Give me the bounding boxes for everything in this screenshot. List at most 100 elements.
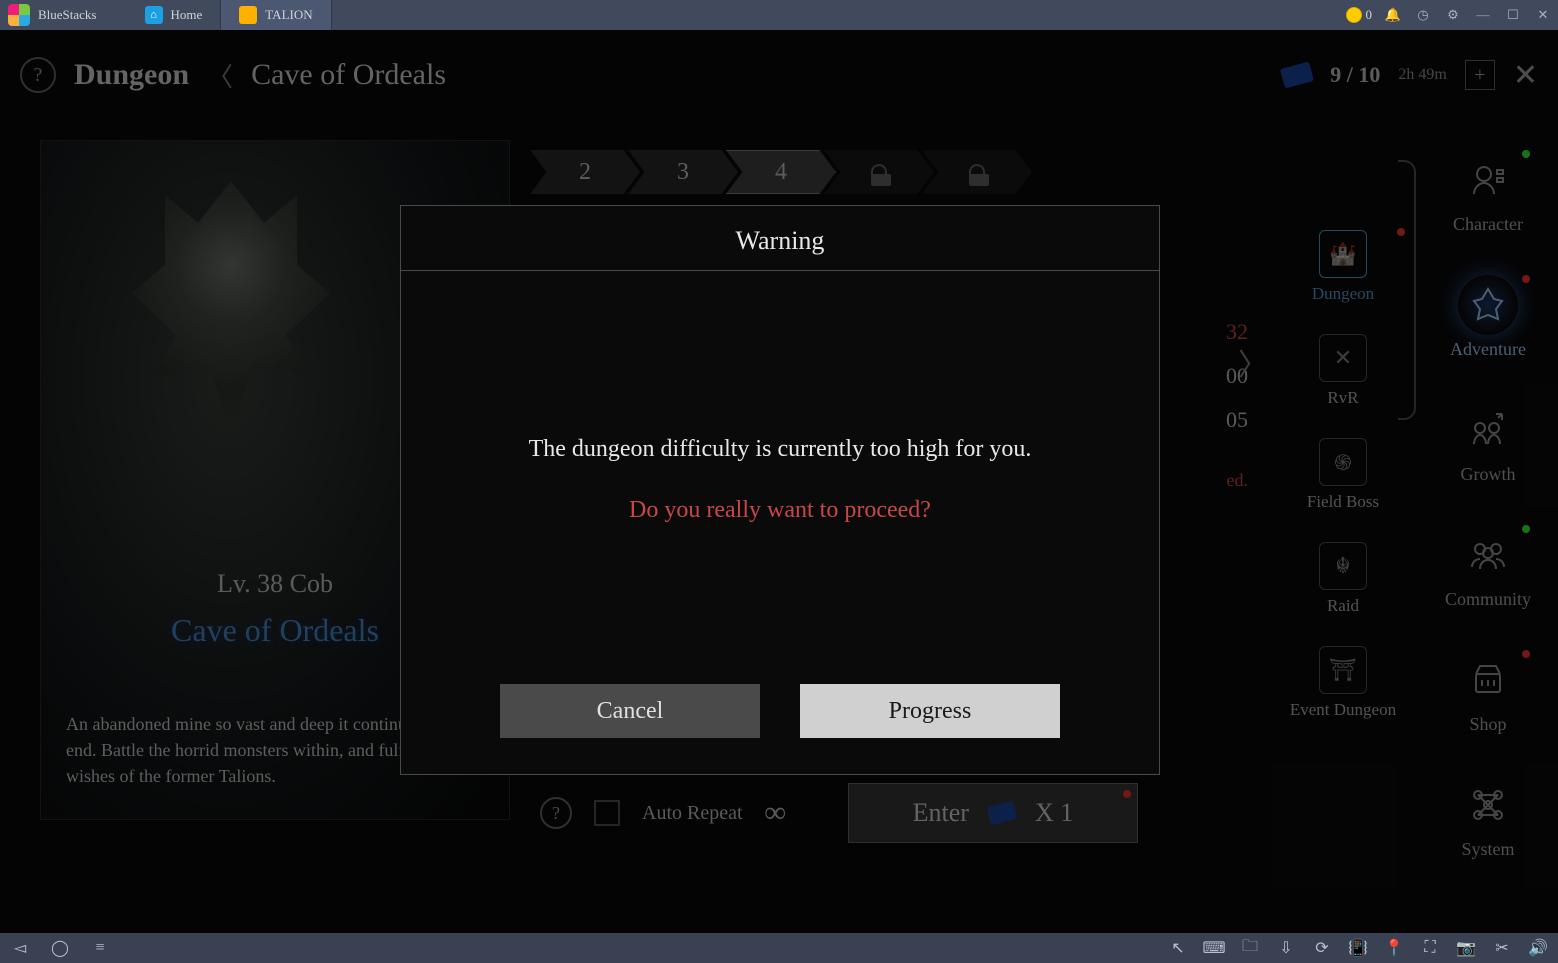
mm-growth-label: Growth xyxy=(1461,464,1516,484)
main-menu: Character Adventure Growth Community Sho… xyxy=(1418,150,1558,860)
stage-info-v3: 05 xyxy=(1226,398,1248,442)
location-icon[interactable]: 📍 xyxy=(1384,938,1404,958)
stage-selector: 2 3 4 xyxy=(530,150,1020,194)
mm-community[interactable]: Community xyxy=(1418,525,1558,610)
shop-icon xyxy=(1458,650,1518,710)
stage-info-partial: 32 00 05 ed. xyxy=(1226,310,1248,498)
help-icon[interactable]: ? xyxy=(20,57,56,93)
cat-raid[interactable]: ☬ Raid xyxy=(1288,542,1398,616)
gate-icon: ⛩ xyxy=(1319,646,1367,694)
stage-3[interactable]: 3 xyxy=(628,150,738,194)
notif-dot-icon xyxy=(1397,228,1405,236)
system-icon xyxy=(1458,775,1518,835)
cat-dungeon[interactable]: 🏰 Dungeon xyxy=(1288,230,1398,304)
ticket-timer: 2h 49m xyxy=(1398,66,1446,84)
mm-adventure[interactable]: Adventure xyxy=(1418,275,1558,360)
swords-icon: ✕ xyxy=(1319,334,1367,382)
shake-icon[interactable]: 📳 xyxy=(1348,938,1368,958)
help-icon[interactable]: ? xyxy=(540,797,572,829)
tab-home[interactable]: ⌂ Home xyxy=(127,0,222,30)
enter-cost: X 1 xyxy=(1035,798,1073,828)
modal-question: Do you really want to proceed? xyxy=(629,497,931,524)
stage-locked-1 xyxy=(824,150,934,194)
notif-dot-icon xyxy=(1522,150,1530,158)
enter-bar: ? Auto Repeat ∞ Enter X 1 xyxy=(540,783,1138,843)
dragon-icon: ☬ xyxy=(1319,542,1367,590)
scissors-icon[interactable]: ✂ xyxy=(1492,938,1512,958)
notif-dot-icon xyxy=(1123,790,1131,798)
ticket-count: 9 / 10 xyxy=(1330,62,1380,88)
cursor-icon[interactable]: ↖ xyxy=(1168,938,1188,958)
android-navbar: ◅ ◯ ≡ ↖ ⌨ 🗀 ⇩ ⟳ 📳 📍 ⛶ 📷 ✂ 🔊 xyxy=(0,933,1558,963)
recents-icon[interactable]: ≡ xyxy=(90,938,110,958)
mm-system[interactable]: System xyxy=(1418,775,1558,860)
chevron-right-icon[interactable]: 〉 xyxy=(1238,340,1268,384)
mm-shop[interactable]: Shop xyxy=(1418,650,1558,735)
volume-icon[interactable]: 🔊 xyxy=(1528,938,1548,958)
progress-button[interactable]: Progress xyxy=(800,684,1060,738)
window-close-button[interactable]: ✕ xyxy=(1528,0,1558,30)
cancel-button[interactable]: Cancel xyxy=(500,684,760,738)
notif-dot-icon xyxy=(1522,650,1530,658)
lock-icon xyxy=(969,164,985,180)
mm-community-label: Community xyxy=(1445,589,1531,609)
bell-icon[interactable]: 🔔 xyxy=(1378,0,1408,30)
stage-info-v4: ed. xyxy=(1226,462,1248,498)
coin-balance[interactable]: 0 xyxy=(1346,7,1373,23)
stage-4[interactable]: 4 xyxy=(726,150,836,194)
infinity-icon: ∞ xyxy=(765,796,786,830)
stage-2[interactable]: 2 xyxy=(530,150,640,194)
install-icon[interactable]: ⇩ xyxy=(1276,938,1296,958)
cat-fieldboss[interactable]: ֍ Field Boss xyxy=(1288,438,1398,512)
mm-character[interactable]: Character xyxy=(1418,150,1558,235)
tab-talion[interactable]: TALION xyxy=(221,0,331,30)
mm-system-label: System xyxy=(1461,839,1514,859)
folder-icon[interactable]: 🗀 xyxy=(1240,938,1260,958)
close-screen-button[interactable]: ✕ xyxy=(1513,58,1538,93)
chevron-left-icon: 〈 xyxy=(207,57,233,94)
fullscreen-icon[interactable]: ⛶ xyxy=(1420,938,1440,958)
add-ticket-button[interactable]: + xyxy=(1465,60,1495,90)
mm-adventure-label: Adventure xyxy=(1450,339,1526,359)
cat-eventdungeon[interactable]: ⛩ Event Dungeon xyxy=(1288,646,1398,720)
modal-title: Warning xyxy=(401,206,1159,270)
emulator-name: BlueStacks xyxy=(38,7,97,23)
cat-fieldboss-label: Field Boss xyxy=(1307,492,1379,511)
growth-icon xyxy=(1458,400,1518,460)
emulator-titlebar: BlueStacks ⌂ Home TALION 0 🔔 ◷ ⚙ — ☐ ✕ xyxy=(0,0,1558,30)
game-viewport: ? Dungeon 〈 Cave of Ordeals 9 / 10 2h 49… xyxy=(0,30,1558,933)
ticket-icon xyxy=(1280,61,1314,88)
gear-icon[interactable]: ⚙ xyxy=(1438,0,1468,30)
camera-icon[interactable]: 📷 xyxy=(1456,938,1476,958)
warning-modal: Warning The dungeon difficulty is curren… xyxy=(400,205,1160,775)
enter-button[interactable]: Enter X 1 xyxy=(848,783,1138,843)
keyboard-icon[interactable]: ⌨ xyxy=(1204,938,1224,958)
tab-home-label: Home xyxy=(171,7,203,23)
tab-talion-label: TALION xyxy=(265,7,312,23)
back-icon[interactable]: ◅ xyxy=(10,938,30,958)
enter-button-label: Enter xyxy=(913,798,969,828)
mm-shop-label: Shop xyxy=(1469,714,1506,734)
coin-value: 0 xyxy=(1366,7,1373,23)
cat-eventdungeon-label: Event Dungeon xyxy=(1290,700,1396,719)
mm-growth[interactable]: Growth xyxy=(1418,400,1558,485)
home-nav-icon[interactable]: ◯ xyxy=(50,938,70,958)
clock-icon[interactable]: ◷ xyxy=(1408,0,1438,30)
cat-rvr-label: RvR xyxy=(1327,388,1358,407)
auto-repeat-label: Auto Repeat xyxy=(642,802,743,825)
breadcrumb-sub: Cave of Ordeals xyxy=(251,58,446,92)
menu-bracket xyxy=(1398,160,1416,420)
lock-icon xyxy=(871,164,887,180)
breadcrumb-main[interactable]: Dungeon xyxy=(74,58,189,92)
auto-repeat-checkbox[interactable] xyxy=(594,800,620,826)
community-icon xyxy=(1458,525,1518,585)
rotate-icon[interactable]: ⟳ xyxy=(1312,938,1332,958)
minimize-button[interactable]: — xyxy=(1468,0,1498,30)
coin-icon xyxy=(1346,7,1362,23)
cat-rvr[interactable]: ✕ RvR xyxy=(1288,334,1398,408)
maximize-button[interactable]: ☐ xyxy=(1498,0,1528,30)
game-header: ? Dungeon 〈 Cave of Ordeals 9 / 10 2h 49… xyxy=(20,50,1538,100)
castle-icon: 🏰 xyxy=(1319,230,1367,278)
bluestacks-logo-icon xyxy=(8,4,30,26)
modal-divider xyxy=(401,270,1159,271)
